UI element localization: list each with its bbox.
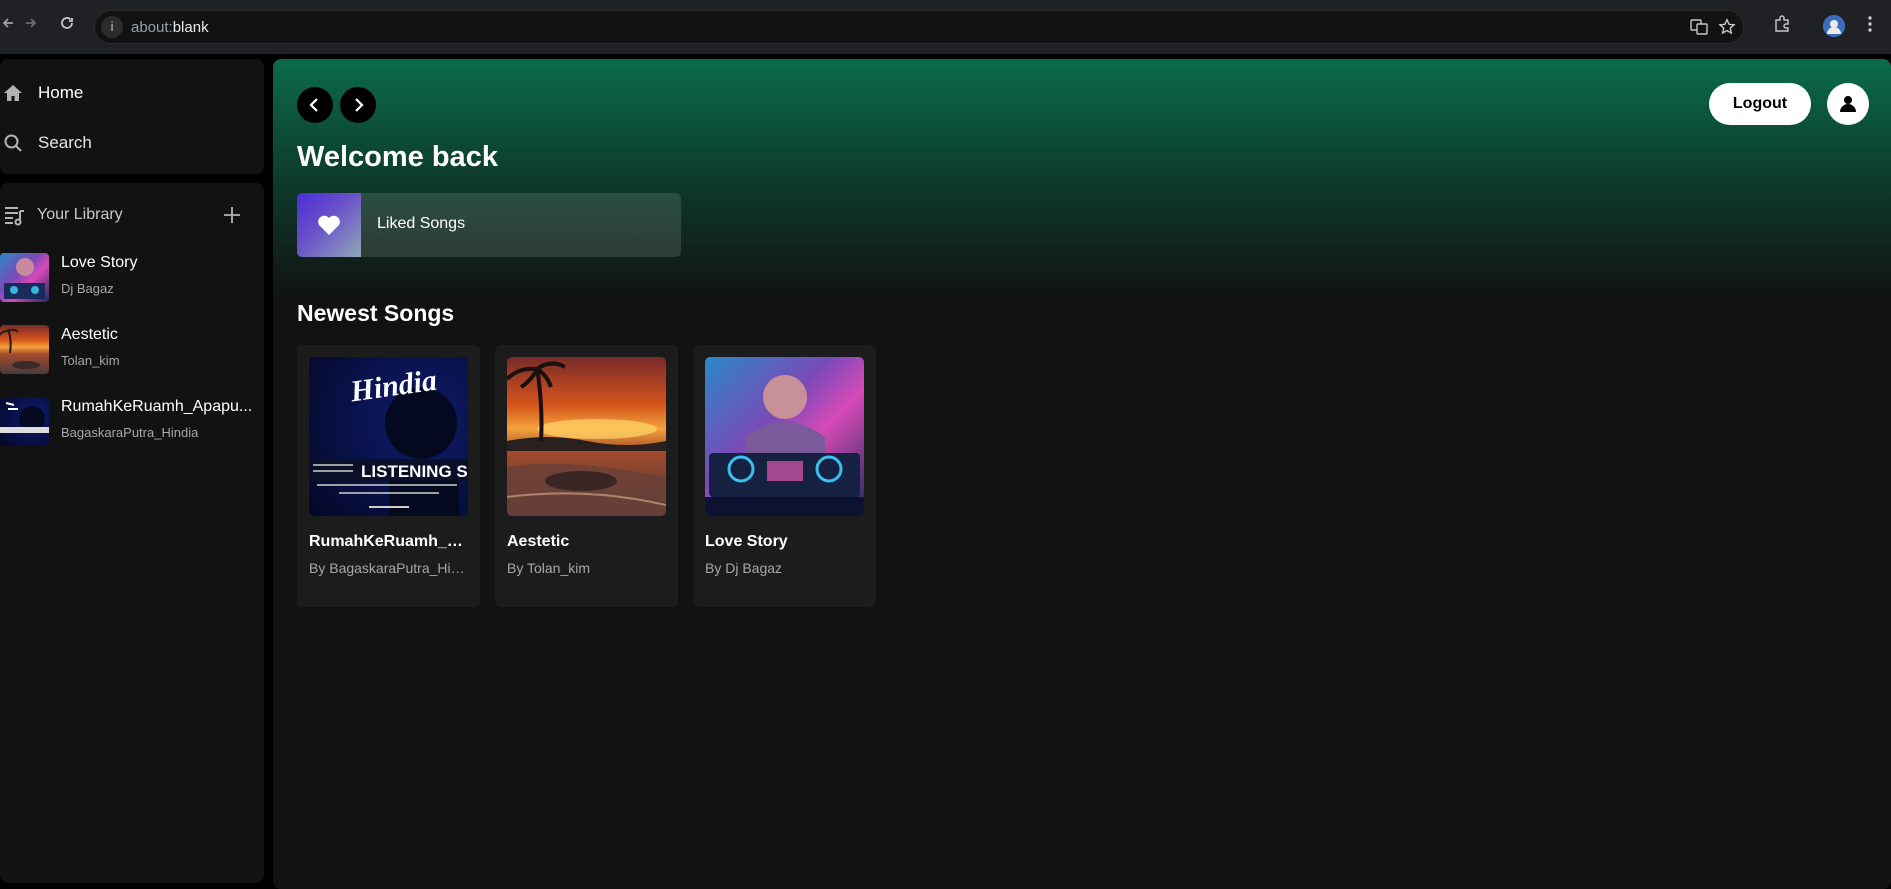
library-item[interactable]: Aestetic Tolan_kim [0,317,262,381]
library-item-artist: BagaskaraPutra_Hindia [61,425,199,440]
library-header[interactable]: Your Library [0,193,264,237]
url-text: about:blank [131,19,209,36]
section-title: Newest Songs [297,300,455,326]
song-card-artist: By Dj Bagaz [705,560,783,576]
browser-toolbar: i about:blank [0,0,1891,54]
translate-icon[interactable] [1689,18,1709,38]
library-item-artist: Dj Bagaz [61,281,114,296]
extensions-icon[interactable] [1771,15,1793,37]
song-cover [705,357,864,516]
song-cover [507,357,666,516]
sidebar-item-label: Home [38,83,84,102]
home-icon [2,82,24,104]
user-icon [1840,96,1856,112]
song-card[interactable]: Aestetic By Tolan_kim [495,345,678,607]
forward-button[interactable] [340,87,376,123]
song-cover: Hindia LISTENING SES [309,357,468,516]
sidebar-nav: Home Search [0,59,264,174]
song-card[interactable]: Hindia LISTENING SES RumahKeRuamh_Ap... … [297,345,480,607]
page-title: Welcome back [297,141,498,173]
song-card-title: Aestetic [507,533,570,550]
sidebar-item-label: Search [38,133,92,152]
library-item[interactable]: Love Story Dj Bagaz [0,245,262,309]
song-thumbnail [0,397,49,446]
hindia-banner-text: LISTENING SES [361,462,468,481]
song-card-title: RumahKeRuamh_Ap... [309,533,471,550]
song-card-artist: By Tolan_kim [507,560,591,576]
main-content: Logout Welcome back Liked Songs Newest S… [273,59,1891,889]
sidebar-item-home[interactable]: Home [0,71,264,115]
song-card-title: Love Story [705,533,788,550]
chevron-left-icon [309,98,318,112]
sidebar-library: Your Library Love Story Dj Bagaz Aesteti… [0,183,264,883]
liked-songs-label: Liked Songs [377,215,466,232]
heart-icon [318,215,340,235]
library-item-title: Love Story [61,254,138,271]
library-title: Your Library [37,206,123,223]
site-info-icon[interactable]: i [101,16,123,38]
song-thumbnail [0,253,49,302]
library-item-title: RumahKeRuamh_Apapu... [61,398,253,415]
add-playlist-icon[interactable] [220,203,244,227]
library-icon [3,204,25,226]
user-profile-button[interactable] [1827,83,1869,125]
song-card[interactable]: Love Story By Dj Bagaz [693,345,876,607]
liked-songs-card[interactable]: Liked Songs [297,193,681,257]
song-card-artist: By BagaskaraPutra_Hin... [309,560,469,576]
logout-button[interactable]: Logout [1709,83,1811,125]
bookmark-star-icon[interactable] [1717,18,1737,38]
menu-kebab-icon[interactable] [1859,15,1881,37]
chevron-right-icon [355,98,364,112]
sidebar-item-search[interactable]: Search [0,121,264,165]
library-item-artist: Tolan_kim [61,353,120,368]
song-thumbnail [0,325,49,374]
search-icon [2,132,24,154]
liked-songs-art [297,193,361,257]
library-item-title: Aestetic [61,326,118,343]
reload-icon[interactable] [54,14,80,40]
library-item[interactable]: RumahKeRuamh_Apapu... BagaskaraPutra_Hin… [0,389,262,453]
profile-avatar-icon[interactable] [1823,15,1845,37]
address-bar[interactable]: i about:blank [94,10,1744,44]
back-button[interactable] [297,87,333,123]
forward-icon[interactable] [17,14,43,40]
